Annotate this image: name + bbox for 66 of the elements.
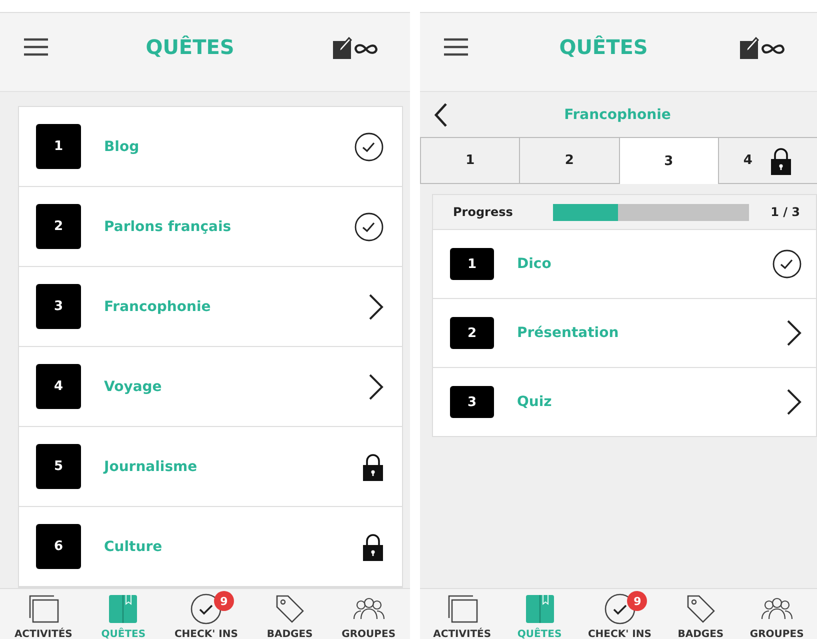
number-tile: 1	[450, 248, 494, 280]
quest-row[interactable]: 3 Francophonie	[19, 267, 402, 347]
step-tab[interactable]: 4	[718, 137, 817, 184]
nav-tab[interactable]: BADGES	[266, 591, 313, 639]
check-circle-icon	[190, 593, 222, 625]
nav-tab[interactable]: ACTIVITÉS	[433, 591, 492, 639]
quest-row[interactable]: 1 Blog	[19, 107, 402, 187]
step-tab[interactable]: 2	[519, 137, 618, 184]
count-badge: 9	[214, 591, 234, 611]
number-tile: 2	[36, 204, 81, 249]
quest-name: Quiz	[517, 394, 553, 410]
progress-label: Progress	[453, 205, 514, 219]
quest-name: Voyage	[104, 378, 163, 394]
quest-name: Culture	[104, 538, 164, 554]
number-tile: 5	[36, 444, 81, 489]
quest-row[interactable]: 5 Journalisme	[19, 427, 402, 507]
number-tile: 3	[450, 386, 494, 418]
nav-tab[interactable]: GROUPES	[342, 591, 396, 639]
step-tab[interactable]: 1	[420, 137, 520, 184]
quest-row[interactable]: 4 Voyage	[19, 347, 402, 427]
chevron-right-icon[interactable]	[368, 374, 384, 400]
tag-icon	[686, 594, 716, 624]
number-tile: 3	[36, 284, 81, 329]
people-icon	[352, 597, 385, 621]
quest-name: Journalisme	[104, 458, 198, 474]
tag-icon	[274, 594, 305, 624]
chevron-right-icon[interactable]	[368, 294, 384, 320]
book-icon	[108, 594, 138, 624]
nav-tab[interactable]: BADGES	[678, 591, 724, 639]
page-title: QUÊTES	[559, 35, 648, 59]
quest-name: Parlons français	[104, 218, 232, 234]
menu-icon[interactable]	[444, 38, 468, 56]
check-circle-icon	[772, 249, 802, 279]
menu-icon[interactable]	[24, 38, 48, 56]
nav-tab[interactable]: CHECK' INS 9	[588, 591, 652, 639]
count-badge: 9	[627, 591, 648, 611]
check-circle-icon	[354, 212, 384, 242]
number-tile: 1	[36, 124, 81, 169]
quest-row[interactable]: 3 Quiz	[433, 368, 816, 436]
quest-name: Blog	[104, 138, 140, 154]
number-tile: 4	[36, 364, 81, 409]
quest-name: Dico	[517, 256, 552, 272]
people-icon	[760, 597, 793, 621]
number-tile: 6	[36, 524, 81, 569]
quest-row[interactable]: 1 Dico	[433, 230, 816, 299]
check-circle-icon	[354, 132, 384, 162]
lock-icon	[362, 452, 384, 482]
step-tab[interactable]: 3	[618, 137, 718, 184]
book-icon	[524, 594, 555, 624]
nav-tab[interactable]: ACTIVITÉS	[14, 591, 72, 639]
page-title: QUÊTES	[146, 35, 234, 59]
number-tile: 2	[450, 317, 494, 349]
check-circle-icon	[604, 593, 636, 625]
quest-name: Francophonie	[104, 298, 212, 314]
chevron-right-icon[interactable]	[786, 389, 802, 415]
section-title: Francophonie	[563, 106, 672, 122]
quest-name: Présentation	[517, 325, 620, 341]
chevron-right-icon[interactable]	[786, 320, 802, 346]
back-chevron-icon[interactable]	[434, 102, 448, 126]
progress-reading: 1 / 3	[770, 205, 800, 219]
nav-tab[interactable]: GROUPES	[750, 591, 804, 639]
quest-row[interactable]: 2 Présentation	[433, 299, 816, 368]
quest-row[interactable]: 6 Culture	[19, 507, 402, 587]
quest-row[interactable]: 2 Parlons français	[19, 187, 402, 267]
lock-icon	[362, 532, 384, 562]
nav-tab[interactable]: CHECK' INS 9	[174, 591, 238, 639]
